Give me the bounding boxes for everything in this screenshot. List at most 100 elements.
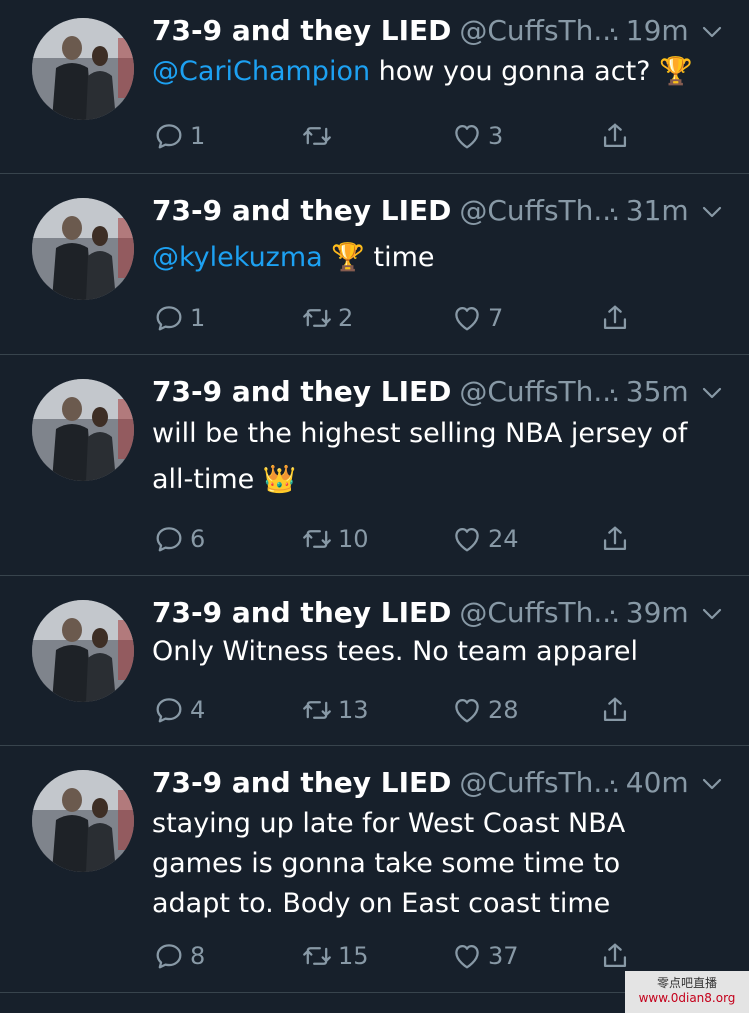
mention-link[interactable]: @CariChampion xyxy=(152,56,370,87)
share-icon xyxy=(603,123,627,148)
reply-button[interactable]: 6 xyxy=(152,521,205,557)
retweet-count: 13 xyxy=(338,696,369,724)
display-name[interactable]: 73-9 and they LIED xyxy=(152,194,451,227)
timestamp[interactable]: · 40m xyxy=(608,764,689,802)
like-button[interactable]: 28 xyxy=(450,692,519,728)
reply-count: 4 xyxy=(190,696,206,724)
tweet[interactable]: 73-9 and they LIED @CuffsTh... · 40m stay… xyxy=(0,746,749,993)
share-icon xyxy=(603,526,627,551)
like-count: 37 xyxy=(488,942,519,970)
retweet-icon xyxy=(303,530,331,548)
reply-icon xyxy=(156,527,182,552)
tweet-text: will be the highest selling NBA jersey o… xyxy=(152,411,732,503)
avatar[interactable] xyxy=(32,770,134,872)
like-button[interactable]: 7 xyxy=(450,300,503,336)
share-icon xyxy=(603,943,627,968)
chevron-down-icon[interactable] xyxy=(700,772,724,796)
tweet-actions: 1 2 7 xyxy=(152,300,652,336)
tweet[interactable]: 73-9 and they LIED @CuffsTh... · 35m will… xyxy=(0,355,749,576)
share-button[interactable] xyxy=(598,692,632,728)
share-button[interactable] xyxy=(598,938,632,974)
retweet-button[interactable]: 2 xyxy=(300,300,353,336)
retweet-button[interactable]: 10 xyxy=(300,521,369,557)
share-button[interactable] xyxy=(598,300,632,336)
tweet-header: 73-9 and they LIED @CuffsTh... · 31m xyxy=(152,192,749,230)
avatar[interactable] xyxy=(32,18,134,120)
reply-button[interactable]: 1 xyxy=(152,300,205,336)
tweet-body: Only Witness tees. No team apparel xyxy=(152,636,639,667)
reply-button[interactable]: 1 xyxy=(152,118,205,154)
avatar[interactable] xyxy=(32,198,134,300)
retweet-button[interactable]: 13 xyxy=(300,692,369,728)
display-name[interactable]: 73-9 and they LIED xyxy=(152,766,451,799)
like-button[interactable]: 3 xyxy=(450,118,503,154)
tweet[interactable]: 73-9 and they LIED @CuffsTh... · 31m @kyl… xyxy=(0,174,749,355)
username[interactable]: @CuffsTh... xyxy=(459,14,620,47)
like-count: 3 xyxy=(488,122,504,150)
timestamp[interactable]: · 31m xyxy=(608,192,689,230)
tweet-body: will be the highest selling NBA jersey o… xyxy=(152,418,688,495)
reply-icon xyxy=(156,306,182,331)
retweet-icon xyxy=(303,127,331,145)
tweet-body: 🏆 time xyxy=(322,242,435,273)
reply-button[interactable]: 4 xyxy=(152,692,205,728)
username[interactable]: @CuffsTh... xyxy=(459,375,620,408)
tweet-text: @CariChampion how you gonna act? 🏆 xyxy=(152,52,732,92)
tweet-text: Only Witness tees. No team apparel xyxy=(152,632,732,672)
like-count: 28 xyxy=(488,696,519,724)
timestamp[interactable]: · 35m xyxy=(608,373,689,411)
heart-icon xyxy=(455,124,479,149)
tweet-text: staying up late for West Coast NBA games… xyxy=(152,804,652,924)
tweet[interactable]: 73-9 and they LIED @CuffsTh... · 39m Only… xyxy=(0,576,749,746)
reply-count: 6 xyxy=(190,525,206,553)
reply-count: 8 xyxy=(190,942,206,970)
share-button[interactable] xyxy=(598,118,632,154)
avatar[interactable] xyxy=(32,379,134,481)
mention-link[interactable]: @kylekuzma xyxy=(152,242,323,273)
like-count: 7 xyxy=(488,304,504,332)
retweet-button[interactable] xyxy=(300,118,338,154)
retweet-icon xyxy=(303,701,331,719)
retweet-icon xyxy=(303,309,331,327)
reply-button[interactable]: 8 xyxy=(152,938,205,974)
tweet-body: how you gonna act? 🏆 xyxy=(370,56,693,87)
retweet-icon xyxy=(303,947,331,965)
reply-icon xyxy=(156,124,182,149)
timestamp[interactable]: · 39m xyxy=(608,594,689,632)
heart-icon xyxy=(455,698,479,723)
tweet-actions: 6 10 24 xyxy=(152,521,652,557)
username[interactable]: @CuffsTh... xyxy=(459,596,620,629)
reply-icon xyxy=(156,698,182,723)
share-button[interactable] xyxy=(598,521,632,557)
chevron-down-icon[interactable] xyxy=(700,602,724,626)
username[interactable]: @CuffsTh... xyxy=(459,194,620,227)
display-name[interactable]: 73-9 and they LIED xyxy=(152,375,451,408)
share-icon xyxy=(603,305,627,330)
display-name[interactable]: 73-9 and they LIED xyxy=(152,596,451,629)
retweet-count: 15 xyxy=(338,942,369,970)
username[interactable]: @CuffsTh... xyxy=(459,766,620,799)
timestamp[interactable]: · 19m xyxy=(608,12,689,50)
share-icon xyxy=(603,697,627,722)
chevron-down-icon[interactable] xyxy=(700,381,724,405)
tweet-header: 73-9 and they LIED @CuffsTh... · 19m xyxy=(152,12,749,50)
tweet[interactable]: 73-9 and they LIED @CuffsTh... · 19m @Car… xyxy=(0,0,749,174)
tweet-actions: 1 3 xyxy=(152,118,652,154)
retweet-count: 2 xyxy=(338,304,354,332)
chevron-down-icon[interactable] xyxy=(700,200,724,224)
avatar[interactable] xyxy=(32,600,134,702)
like-button[interactable]: 37 xyxy=(450,938,519,974)
heart-icon xyxy=(455,944,479,969)
tweet-actions: 4 13 28 xyxy=(152,692,652,728)
watermark-title: 零点吧直播 xyxy=(656,976,717,990)
retweet-button[interactable]: 15 xyxy=(300,938,369,974)
reply-count: 1 xyxy=(190,304,206,332)
watermark-url: www.0dian8.org xyxy=(638,991,736,1005)
tweet-header: 73-9 and they LIED @CuffsTh... · 35m xyxy=(152,373,749,411)
retweet-count: 10 xyxy=(338,525,369,553)
reply-count: 1 xyxy=(190,122,206,150)
like-button[interactable]: 24 xyxy=(450,521,519,557)
heart-icon xyxy=(455,527,479,552)
chevron-down-icon[interactable] xyxy=(700,20,724,44)
display-name[interactable]: 73-9 and they LIED xyxy=(152,14,451,47)
